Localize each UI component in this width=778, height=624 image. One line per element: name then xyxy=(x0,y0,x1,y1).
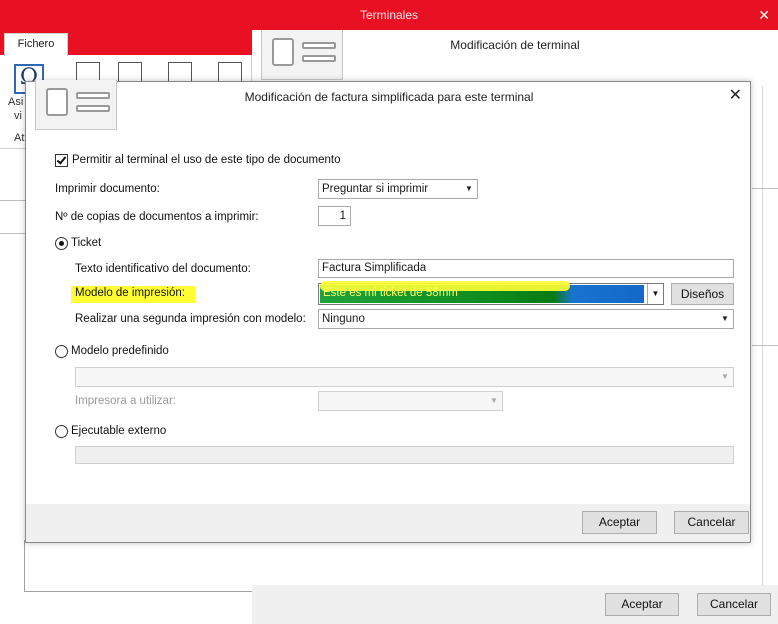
ribbon-group-label: At xyxy=(14,132,25,144)
second-print-label: Realizar una segunda impresión con model… xyxy=(75,313,306,325)
allow-document-label: Permitir al terminal el uso de este tipo… xyxy=(72,154,341,166)
print-document-label: Imprimir documento: xyxy=(55,183,160,195)
ribbon-label-2: vi xyxy=(14,110,22,122)
tab-fichero[interactable]: Fichero xyxy=(4,33,68,56)
chevron-down-icon: ▼ xyxy=(721,372,729,381)
second-print-select[interactable]: Ninguno ▼ xyxy=(318,309,734,329)
chevron-down-icon: ▼ xyxy=(465,184,473,193)
allow-document-checkbox[interactable] xyxy=(55,154,68,167)
bg-dialog-scrollbar[interactable] xyxy=(762,86,778,624)
ticket-radio[interactable] xyxy=(55,237,68,250)
modal-dialog: Modificación de factura simplificada par… xyxy=(25,80,751,543)
doc-text-input[interactable]: Factura Simplificada xyxy=(318,259,734,278)
selection-highlight: Este es mi ticket de 58mm xyxy=(320,281,644,303)
bg-accept-button[interactable]: Aceptar xyxy=(605,593,679,616)
print-model-select[interactable]: Este es mi ticket de 58mm ▼ xyxy=(318,281,664,305)
external-exec-label: Ejecutable externo xyxy=(71,425,167,437)
window-title-bar: Terminales ✕ xyxy=(0,0,778,30)
print-document-select[interactable]: Preguntar si imprimir ▼ xyxy=(318,179,478,199)
dialog-title: Modificación de factura simplificada par… xyxy=(244,90,534,104)
predefined-model-label: Modelo predefinido xyxy=(71,345,169,357)
copies-label: Nº de copias de documentos a imprimir: xyxy=(55,211,259,223)
designs-button[interactable]: Diseños xyxy=(671,283,734,305)
printer-label: Impresora a utilizar: xyxy=(75,395,176,407)
ribbon-label-1: Asi xyxy=(8,96,24,108)
external-exec-radio[interactable] xyxy=(55,425,68,438)
window-close-icon[interactable]: ✕ xyxy=(758,0,770,30)
window-title: Terminales xyxy=(359,8,419,22)
chevron-down-icon: ▼ xyxy=(490,396,498,405)
print-model-label: Modelo de impresión: xyxy=(75,287,185,299)
ticket-radio-label: Ticket xyxy=(71,237,102,249)
external-exec-input[interactable] xyxy=(75,446,734,464)
close-icon[interactable]: ✕ xyxy=(729,85,742,105)
chevron-down-icon: ▼ xyxy=(721,314,729,323)
bg-divider xyxy=(0,200,26,201)
copies-input[interactable]: 1 xyxy=(318,206,351,226)
accept-button[interactable]: Aceptar xyxy=(582,511,657,534)
bg-list-panel xyxy=(24,540,252,592)
bg-divider xyxy=(752,345,778,346)
user-card-icon xyxy=(35,80,117,130)
print-model-value: Este es mi ticket de 58mm xyxy=(323,287,458,299)
print-document-value: Preguntar si imprimir xyxy=(322,183,429,195)
cancel-button[interactable]: Cancelar xyxy=(674,511,749,534)
bg-cancel-button[interactable]: Cancelar xyxy=(697,593,771,616)
bg-divider xyxy=(752,188,778,189)
doc-text-label: Texto identificativo del documento: xyxy=(75,263,251,275)
second-print-value: Ninguno xyxy=(322,313,365,325)
chevron-down-icon: ▼ xyxy=(647,284,663,304)
predefined-model-radio[interactable] xyxy=(55,345,68,358)
bg-divider xyxy=(0,233,26,234)
printer-select[interactable]: ▼ xyxy=(318,391,503,411)
bg-dialog-title: Modificación de terminal xyxy=(450,38,580,52)
predefined-model-select[interactable]: ▼ xyxy=(75,367,734,387)
